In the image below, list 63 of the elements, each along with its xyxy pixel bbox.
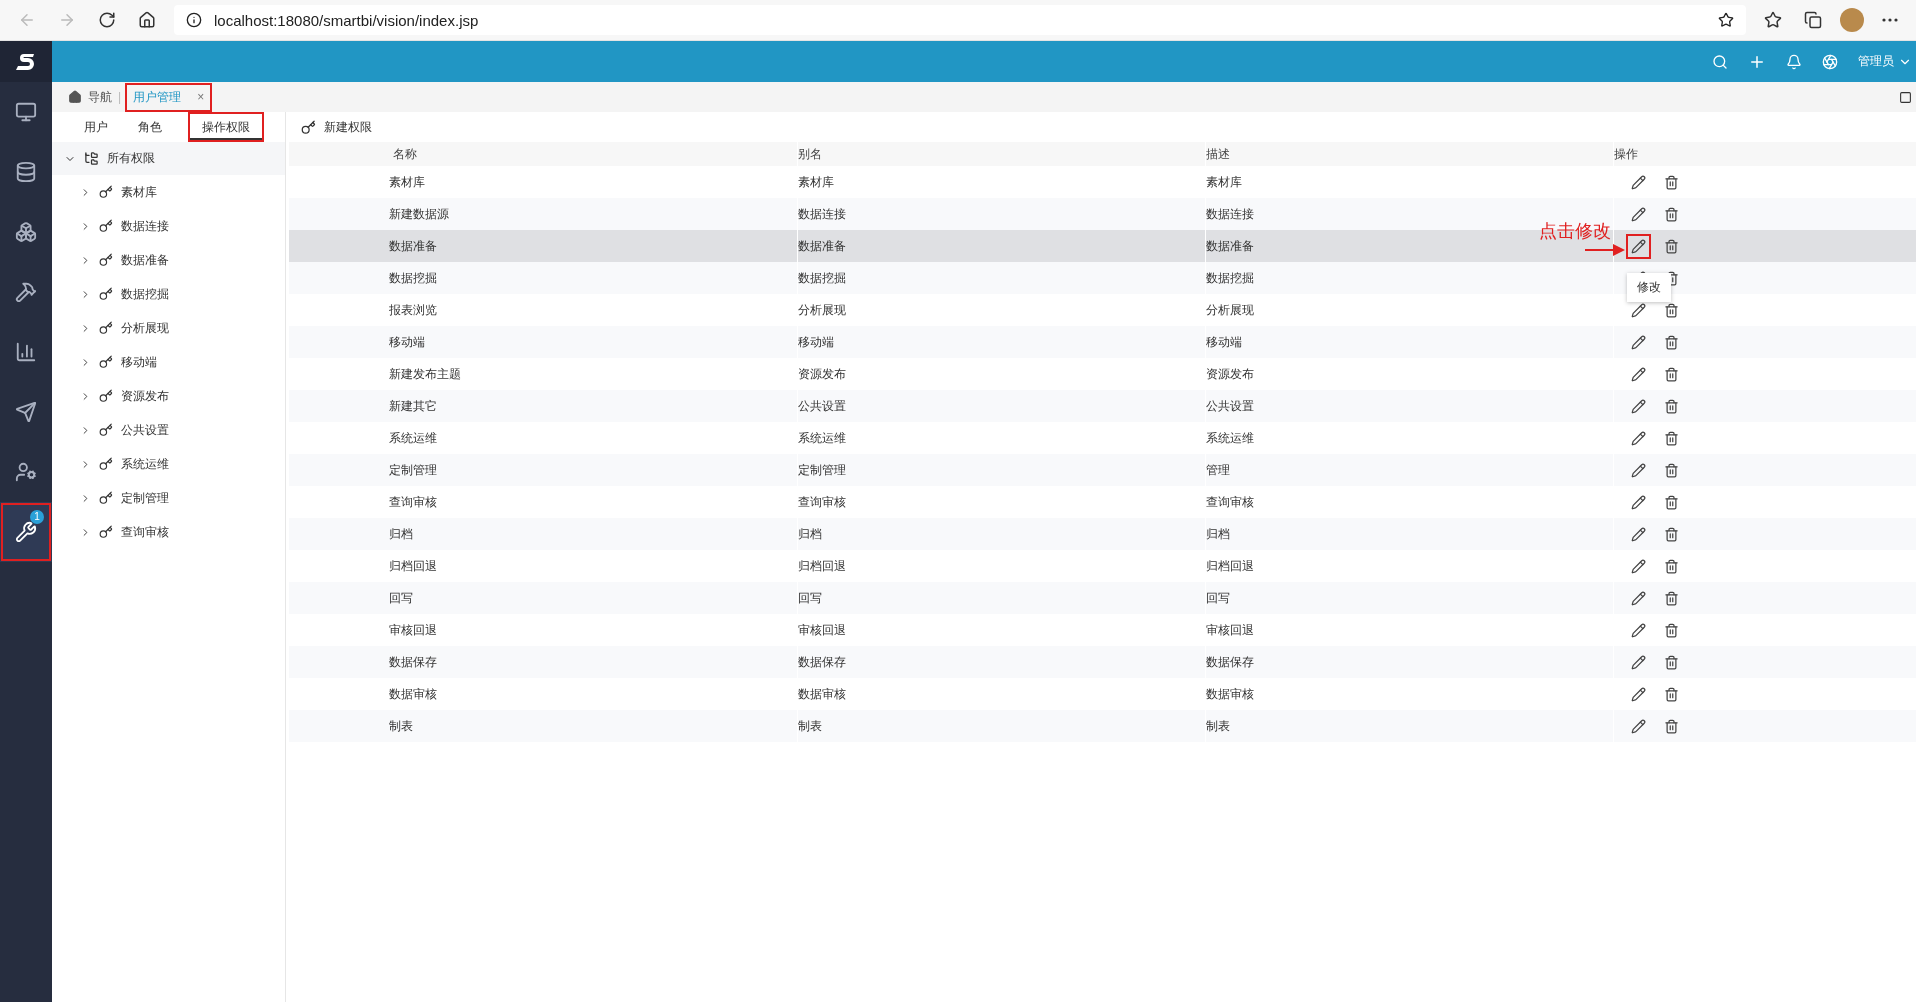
- url-text: localhost:18080/smartbi/vision/index.jsp: [214, 11, 480, 29]
- tree-label: 公共设置: [121, 421, 169, 439]
- table-cell-text: 数据挖掘: [389, 269, 438, 287]
- table-cell-text: 数据审核: [389, 685, 438, 703]
- nav-link[interactable]: 导航: [68, 88, 112, 106]
- table-cell-text: 数据保存: [389, 653, 438, 671]
- tab[interactable]: 操作权限: [190, 114, 262, 140]
- table-cell-text: 移动端: [389, 333, 426, 351]
- tree-label: 数据挖掘: [121, 285, 169, 303]
- tree-label: 分析展现: [121, 319, 169, 337]
- table-row[interactable]: 移动端 移动端 移动端: [289, 326, 1916, 358]
- tree-node[interactable]: 数据连接: [52, 209, 285, 243]
- tooltip: 修改: [1627, 273, 1671, 302]
- table-cell-text: 新建数据源: [389, 205, 450, 223]
- tree-node[interactable]: 定制管理: [52, 481, 285, 515]
- separator: |: [118, 90, 122, 104]
- tree-label: 素材库: [121, 183, 157, 201]
- tree-node[interactable]: 数据挖掘: [52, 277, 285, 311]
- table-cell-text: 定制管理: [389, 461, 438, 479]
- address-bar[interactable]: localhost:18080/smartbi/vision/index.jsp: [174, 5, 1746, 35]
- table-cell-text: 查询审核: [389, 493, 438, 511]
- tree-label: 数据准备: [121, 251, 169, 269]
- table-cell-text: 回写: [389, 589, 414, 607]
- tree-node[interactable]: 素材库: [52, 175, 285, 209]
- table-row[interactable]: 新建其它 公共设置 公共设置: [289, 390, 1916, 422]
- tree-node[interactable]: 查询审核: [52, 515, 285, 549]
- tree-label: 查询审核: [121, 523, 169, 541]
- tree-label: 所有权限: [107, 150, 155, 167]
- table-cell-text: 报表浏览: [389, 301, 438, 319]
- new-permission-button[interactable]: 新建权限: [295, 117, 378, 137]
- column-header: 名称: [392, 145, 418, 163]
- table-cell-text: 归档回退: [389, 557, 438, 575]
- table-cell-text: 素材库: [389, 173, 426, 191]
- table-cell-text: 新建发布主题: [389, 365, 462, 383]
- page-tab[interactable]: 用户管理 ×: [127, 84, 211, 110]
- table-cell-text: 新建其它: [389, 397, 438, 415]
- table-row[interactable]: 定制管理 定制管理 管理: [289, 454, 1916, 486]
- table-cell-text: 审核回退: [389, 621, 438, 639]
- tree-node[interactable]: 所有权限: [52, 142, 285, 175]
- tree-node[interactable]: 公共设置: [52, 413, 285, 447]
- tree-node[interactable]: 数据准备: [52, 243, 285, 277]
- tree-node[interactable]: 资源发布: [52, 379, 285, 413]
- notification-badge: 1: [30, 510, 44, 524]
- table-cell-text: 系统运维: [389, 429, 438, 447]
- table-row[interactable]: 归档 归档 归档: [289, 518, 1916, 550]
- tab[interactable]: 用户: [72, 114, 120, 140]
- tree-label: 移动端: [121, 353, 157, 371]
- table-row[interactable]: 数据保存 数据保存 数据保存: [289, 646, 1916, 678]
- table-cell-text: 制表: [389, 717, 414, 735]
- tree-label: 系统运维: [121, 455, 169, 473]
- tree-label: 数据连接: [121, 217, 169, 235]
- table-cell-text: 归档: [389, 525, 414, 543]
- table-cell: 制表: [1205, 710, 1613, 742]
- tree-label: 资源发布: [121, 387, 169, 405]
- table-cell-text: 数据准备: [389, 237, 438, 255]
- tab[interactable]: 角色: [126, 114, 174, 140]
- table-row[interactable]: 制表 制表 制表: [289, 710, 1916, 742]
- table-cell: 制表: [797, 710, 1205, 742]
- tree-label: 定制管理: [121, 489, 169, 507]
- tree-node[interactable]: 移动端: [52, 345, 285, 379]
- tree-node[interactable]: 系统运维: [52, 447, 285, 481]
- table-row[interactable]: 回写 回写 回写: [289, 582, 1916, 614]
- tree-node[interactable]: 分析展现: [52, 311, 285, 345]
